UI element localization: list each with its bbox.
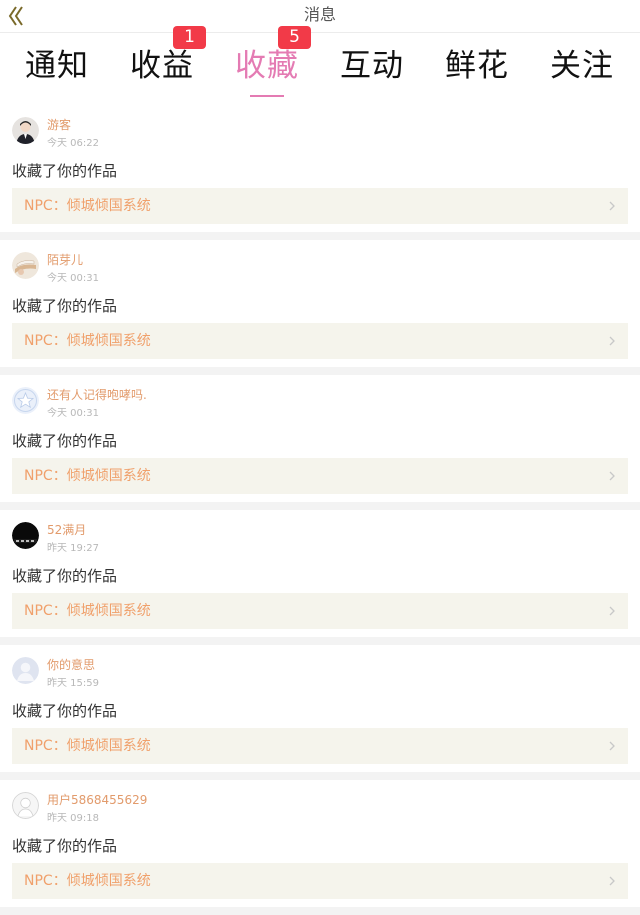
tab-bar: 通知 收益 1 收藏 5 互动 鲜花 关注 [0, 26, 640, 105]
message-item: 游客 今天 06:22 收藏了你的作品 NPC：倾城倾国系统 [0, 105, 640, 240]
tab-label: 鲜花 [445, 48, 509, 84]
chevron-right-icon [608, 200, 616, 212]
username[interactable]: 游客 [47, 118, 71, 133]
timestamp: 今天 06:22 [47, 138, 99, 149]
action-text: 收藏了你的作品 [12, 162, 118, 180]
username[interactable]: 52满月 [47, 523, 86, 538]
tab-label: 互动 [340, 48, 404, 84]
work-link[interactable]: NPC：倾城倾国系统 [12, 593, 628, 629]
user-avatar[interactable] [12, 387, 39, 414]
tab-label: 通知 [25, 48, 89, 84]
message-item: 陌芽儿 今天 00:31 收藏了你的作品 NPC：倾城倾国系统 [0, 240, 640, 375]
work-title: NPC：倾城倾国系统 [24, 333, 151, 349]
chevron-right-icon [608, 605, 616, 617]
message-item: 你的意思 昨天 15:59 收藏了你的作品 NPC：倾城倾国系统 [0, 645, 640, 780]
user-avatar[interactable] [12, 252, 39, 279]
tab-notifications[interactable]: 通知 [5, 33, 109, 105]
user-avatar[interactable] [12, 657, 39, 684]
username[interactable]: 你的意思 [47, 658, 95, 673]
work-title: NPC：倾城倾国系统 [24, 198, 151, 214]
active-tab-indicator [250, 95, 284, 97]
work-title: NPC：倾城倾国系统 [24, 603, 151, 619]
action-text: 收藏了你的作品 [12, 702, 118, 720]
chevron-right-icon [608, 335, 616, 347]
timestamp: 昨天 19:27 [47, 543, 99, 554]
timestamp: 今天 00:31 [47, 408, 99, 419]
user-avatar[interactable] [12, 522, 39, 549]
message-item: 52满月 昨天 19:27 收藏了你的作品 NPC：倾城倾国系统 [0, 510, 640, 645]
username[interactable]: 陌芽儿 [47, 253, 83, 268]
tab-label: 关注 [550, 48, 614, 84]
timestamp: 昨天 15:59 [47, 678, 99, 689]
username[interactable]: 用户5868455629 [47, 793, 147, 808]
tab-follows[interactable]: 关注 [530, 33, 634, 105]
work-link[interactable]: NPC：倾城倾国系统 [12, 458, 628, 494]
username[interactable]: 还有人记得咆哮吗. [47, 388, 147, 403]
star-avatar-icon [12, 387, 39, 414]
work-link[interactable]: NPC：倾城倾国系统 [12, 188, 628, 224]
message-item: 用户5868455629 昨天 09:18 收藏了你的作品 NPC：倾城倾国系统 [0, 780, 640, 915]
work-title: NPC：倾城倾国系统 [24, 468, 151, 484]
work-link[interactable]: NPC：倾城倾国系统 [12, 863, 628, 899]
message-item: 还有人记得咆哮吗. 今天 00:31 收藏了你的作品 NPC：倾城倾国系统 [0, 375, 640, 510]
tab-interactions[interactable]: 互动 [320, 33, 424, 105]
tab-label: 收藏 [235, 48, 299, 84]
action-text: 收藏了你的作品 [12, 567, 118, 585]
chevron-right-icon [608, 470, 616, 482]
person-avatar-icon [12, 117, 39, 144]
work-title: NPC：倾城倾国系统 [24, 738, 151, 754]
default-avatar-icon [12, 657, 39, 684]
message-list: 游客 今天 06:22 收藏了你的作品 NPC：倾城倾国系统 陌芽儿 今天 00… [0, 105, 640, 915]
page-title: 消息 [303, 5, 336, 24]
tab-earnings[interactable]: 收益 1 [110, 26, 214, 105]
user-avatar[interactable] [12, 792, 39, 819]
user-avatar[interactable] [12, 117, 39, 144]
tab-flowers[interactable]: 鲜花 [425, 33, 529, 105]
tab-favorites[interactable]: 收藏 5 [215, 26, 319, 105]
chevron-right-icon [608, 875, 616, 887]
earnings-badge: 1 [173, 26, 206, 49]
timestamp: 今天 00:31 [47, 273, 99, 284]
work-link[interactable]: NPC：倾城倾国系统 [12, 728, 628, 764]
outline-avatar-icon [12, 792, 39, 819]
favorites-badge: 5 [278, 26, 311, 49]
action-text: 收藏了你的作品 [12, 297, 118, 315]
action-text: 收藏了你的作品 [12, 837, 118, 855]
dark-avatar-icon [12, 522, 39, 549]
tab-label: 收益 [130, 48, 194, 84]
top-bar: 消息 [0, 0, 640, 33]
chevron-right-icon [608, 740, 616, 752]
book-avatar-icon [12, 252, 39, 279]
action-text: 收藏了你的作品 [12, 432, 118, 450]
timestamp: 昨天 09:18 [47, 813, 99, 824]
work-title: NPC：倾城倾国系统 [24, 873, 151, 889]
work-link[interactable]: NPC：倾城倾国系统 [12, 323, 628, 359]
